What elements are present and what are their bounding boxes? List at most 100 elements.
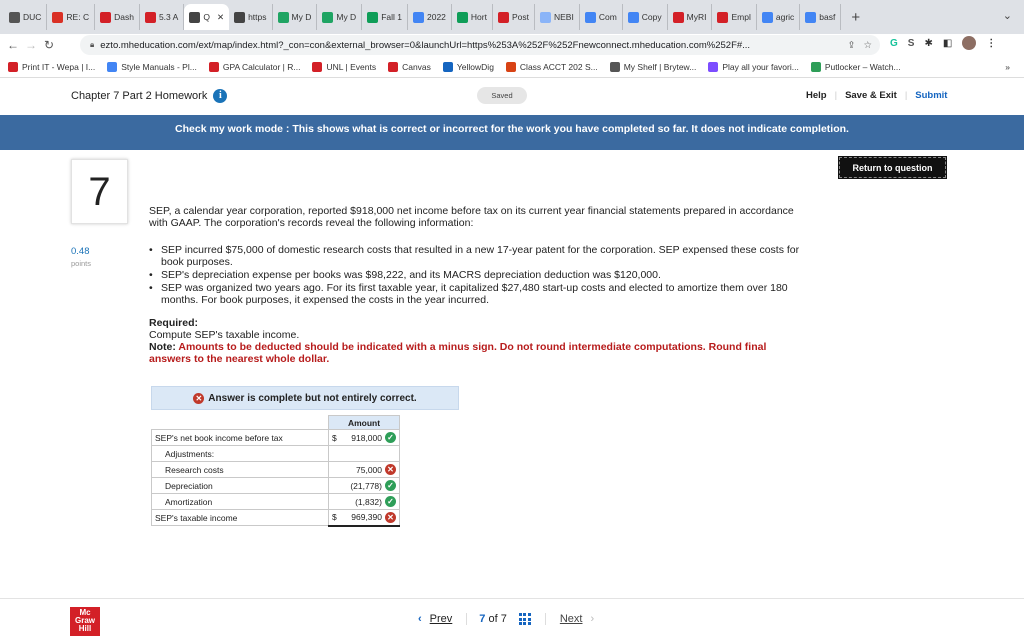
bookmark-label: Canvas [402,61,431,72]
close-tab-icon[interactable]: ✕ [217,12,224,23]
menu-icon[interactable]: ⋮ [986,38,996,49]
globe-icon [234,11,246,23]
browser-tab[interactable]: Dash [95,4,140,30]
browser-tab[interactable]: Copy [623,4,668,30]
play-icon [810,61,821,72]
address-bar-row: ← → ↻ 🔒︎ ezto.mheducation.com/ext/map/in… [0,34,1024,56]
bookmark-item[interactable]: GPA Calculator | R... [208,61,300,72]
calendar-icon [505,61,516,72]
browser-tab[interactable]: Hort [452,4,493,30]
browser-tab[interactable]: My D [317,4,363,30]
amount-input[interactable] [328,445,400,462]
browser-tab[interactable]: agric [757,4,801,30]
bookmark-item[interactable]: Canvas [388,61,431,72]
doc-icon [584,11,596,23]
logo-line: Hill [78,624,92,633]
help-link[interactable]: Help [806,90,827,101]
table-row: SEP's net book income before tax $918,000… [151,429,400,446]
amount-input[interactable]: (21,778) ✓ [328,477,400,494]
n-icon [8,61,18,72]
browser-tab[interactable]: Post [493,4,535,30]
amount-input[interactable]: $918,000 ✓ [328,429,400,446]
browser-tab[interactable]: Fall 1 [362,4,408,30]
browser-tab[interactable]: RE: C [47,4,96,30]
grammarly-icon[interactable]: G [890,38,898,49]
n-icon [208,61,219,72]
tab-label: 2022 [427,12,446,22]
submit-link[interactable]: Submit [915,90,947,101]
bookmark-item[interactable]: UNL | Events [312,61,376,72]
browser-tab[interactable]: Empl [712,4,757,30]
grid-icon[interactable] [518,613,531,625]
avatar[interactable] [962,36,977,50]
tab-label: 5.3 A [158,12,179,22]
return-to-question-button[interactable]: Return to question [838,156,947,179]
info-icon[interactable]: i [213,89,228,103]
row-label: Depreciation [151,477,329,494]
google-icon [805,11,817,23]
bookmark-item[interactable]: Play all your favori... [708,61,799,72]
row-label: Amortization [151,493,329,510]
n-icon [717,11,729,23]
divider: | [834,90,838,101]
saved-indicator: Saved [477,87,527,104]
amount-input[interactable]: $969,390 ✕ [328,509,400,527]
amount-input[interactable]: 75,000 ✕ [328,461,400,478]
tab-label: NEBI [554,12,574,22]
answer-table: Amount SEP's net book income before tax $… [151,415,400,527]
tab-label: Com [598,12,617,22]
globe-icon [189,11,201,23]
bookmark-label: Class ACCT 202 S... [519,61,598,72]
bookmark-item[interactable]: Putlocker – Watch... [810,61,901,72]
doc-icon [413,11,424,23]
v-icon [540,11,551,23]
reload-icon[interactable]: ↻ [40,38,58,52]
note-text: Amounts to be deducted should be indicat… [149,341,767,365]
x-circle-icon: ✕ [385,464,396,475]
circle-icon [9,11,20,23]
browser-tab[interactable]: 5.3 A [140,4,185,30]
back-icon[interactable]: ← [4,38,22,52]
forward-icon[interactable]: → [22,38,40,52]
prev-label: Prev [429,613,453,625]
amount-value: (1,832) [355,496,382,507]
bookmarks-more-icon[interactable]: » [1005,62,1024,72]
browser-tab[interactable]: https [229,4,273,30]
browser-tab[interactable]: Com [580,4,623,30]
new-tab-button[interactable]: + [841,9,870,26]
browser-tab[interactable]: basf [800,4,842,30]
list-item: SEP was organized two years ago. For its… [149,282,809,306]
note-label: Note: [149,341,176,353]
dollar-extension-icon[interactable]: S [908,38,915,49]
check-circle-icon: ✓ [385,496,396,507]
bookmark-label: My Shelf | Brytew... [623,61,697,72]
table-row: Adjustments: [151,445,400,462]
browser-tab[interactable]: MyRI [668,4,713,30]
prev-button[interactable]: ‹ Prev [418,613,468,625]
sidebar-icon[interactable]: ◧ [943,38,952,49]
bookmark-item[interactable]: YellowDig [442,61,494,72]
bookmark-star-icon[interactable]: ☆ [863,40,872,51]
url-field[interactable]: 🔒︎ ezto.mheducation.com/ext/map/index.ht… [80,35,880,55]
bookmark-item[interactable]: Style Manuals - Pl... [107,61,197,72]
browser-tab[interactable]: DUC [4,4,48,30]
save-exit-link[interactable]: Save & Exit [845,90,897,101]
puzzle-icon[interactable]: ✱ [924,38,932,49]
browser-tab[interactable]: NEBI [535,4,580,30]
chevron-right-icon: › [590,613,595,625]
browser-tab[interactable]: Q ✕ [184,4,230,30]
bookmark-item[interactable]: My Shelf | Brytew... [609,61,697,72]
share-icon[interactable]: ⇪ [848,40,856,51]
plus-doc-icon [456,11,468,23]
gmail-icon [52,11,64,23]
chevron-down-icon[interactable]: ⌄ [1003,9,1012,22]
browser-tab[interactable]: 2022 [408,4,452,30]
tab-label: Fall 1 [381,12,402,22]
amount-input[interactable]: (1,832) ✓ [328,493,400,510]
list-item: SEP incurred $75,000 of domestic researc… [149,244,809,268]
next-button[interactable]: Next › [544,613,595,625]
tab-label: Copy [641,12,662,22]
bookmark-item[interactable]: Class ACCT 202 S... [505,61,598,72]
browser-tab[interactable]: My D [273,4,318,30]
bookmark-item[interactable]: Print IT - Wepa | I... [8,61,95,72]
